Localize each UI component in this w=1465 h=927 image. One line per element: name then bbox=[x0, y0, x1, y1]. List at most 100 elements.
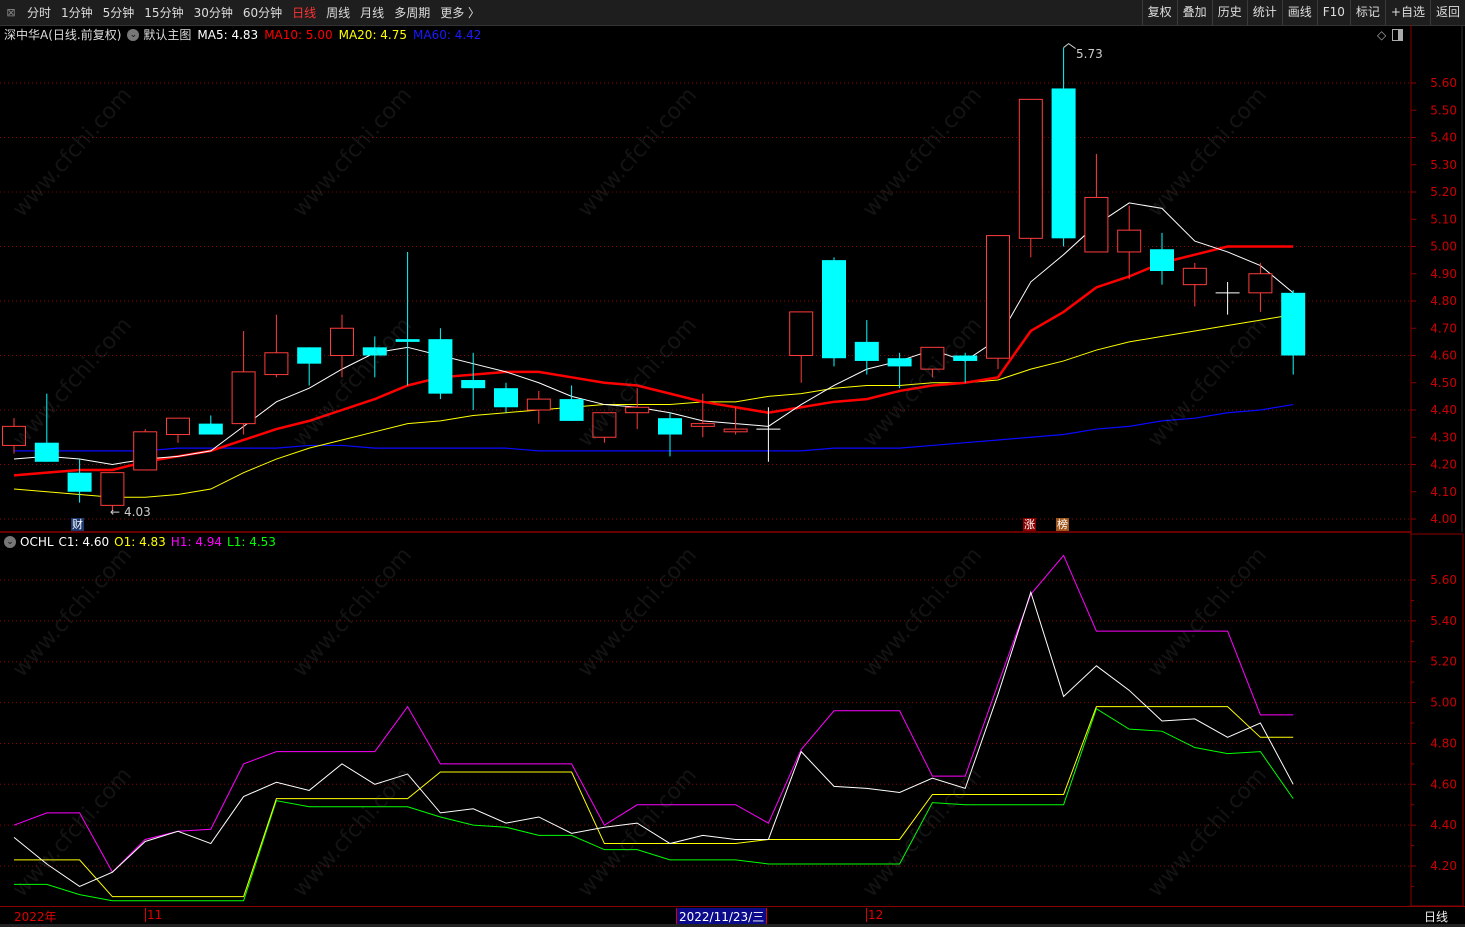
candle bbox=[953, 352, 978, 383]
stock-name: 深中华A(日线.前复权) bbox=[4, 28, 122, 42]
candle-body-up bbox=[264, 352, 289, 376]
candle-body-down bbox=[887, 358, 912, 367]
candle-body-up bbox=[231, 371, 256, 425]
candle bbox=[34, 393, 59, 462]
candle bbox=[1150, 232, 1174, 285]
indicator-tick-label: 4.80 bbox=[1430, 736, 1457, 750]
cursor-date-label: 2022/11/23/三 bbox=[676, 908, 768, 925]
candle-body-down bbox=[1281, 292, 1306, 356]
candle-body-up bbox=[1182, 267, 1207, 286]
candle bbox=[822, 257, 846, 367]
candle-body-up bbox=[100, 472, 125, 506]
candle bbox=[526, 390, 551, 424]
panel-toggle-icon[interactable] bbox=[1392, 29, 1404, 41]
candle bbox=[1215, 281, 1240, 315]
price-tick-label: 4.90 bbox=[1430, 267, 1457, 281]
price-tick-label: 4.50 bbox=[1430, 376, 1457, 390]
price-tick-label: 5.50 bbox=[1430, 103, 1457, 117]
limit-up-marker[interactable]: 涨 bbox=[1023, 518, 1036, 531]
candle-body-up bbox=[330, 327, 354, 356]
candle bbox=[428, 328, 453, 400]
candle-body-up bbox=[690, 423, 715, 427]
candle-body-up bbox=[920, 346, 945, 370]
date-axis: 2022年 11 2022/11/23/三 12 日线 bbox=[0, 906, 1465, 925]
candle bbox=[231, 330, 256, 435]
indicator-legend: ⌄ OCHL C1: 4.60 O1: 4.83 H1: 4.94 L1: 4.… bbox=[4, 534, 281, 550]
candle bbox=[494, 382, 518, 413]
lower-axis-frame bbox=[1410, 533, 1464, 907]
candle-body-up bbox=[723, 428, 748, 433]
date-label-dec: 12 bbox=[866, 908, 884, 922]
o1-value: O1: 4.83 bbox=[114, 535, 166, 549]
price-tick-label: 4.80 bbox=[1430, 294, 1457, 308]
price-tick-label: 5.00 bbox=[1430, 240, 1457, 254]
indicator-dropdown-icon[interactable]: ⌄ bbox=[4, 536, 16, 548]
price-tick-label: 5.20 bbox=[1430, 185, 1457, 199]
candle-body-up bbox=[592, 412, 617, 438]
candle-body-down bbox=[297, 347, 322, 364]
candle bbox=[756, 407, 781, 462]
low-price-arrow-icon: ← bbox=[110, 505, 121, 519]
ma5-value: MA5: 4.83 bbox=[197, 27, 259, 42]
indicator-tick-label: 4.40 bbox=[1430, 818, 1457, 832]
candle bbox=[330, 314, 354, 378]
ma60-value: MA60: 4.42 bbox=[413, 27, 482, 42]
candle bbox=[625, 388, 650, 430]
candle-body-down bbox=[461, 380, 486, 389]
template-name[interactable]: 默认主图 bbox=[143, 26, 191, 43]
candle bbox=[297, 347, 322, 386]
candle bbox=[559, 385, 584, 421]
indicator-tick-label: 5.20 bbox=[1430, 655, 1457, 669]
candle-body-up bbox=[986, 235, 1010, 359]
candle-body-up bbox=[1117, 229, 1142, 253]
template-dropdown-icon[interactable]: ⌄ bbox=[127, 28, 140, 41]
price-tick-label: 4.60 bbox=[1430, 349, 1457, 363]
indicator-name[interactable]: OCHL bbox=[20, 535, 54, 549]
candle-body-down bbox=[494, 388, 518, 408]
price-tick-label: 5.60 bbox=[1430, 76, 1457, 90]
diamond-icon[interactable]: ◇ bbox=[1377, 28, 1386, 42]
candle bbox=[986, 235, 1010, 370]
o1-line bbox=[14, 706, 1294, 898]
ma10-value: MA10: 5.00 bbox=[264, 27, 333, 42]
price-tick-label: 4.70 bbox=[1430, 321, 1457, 335]
candle-body-down bbox=[854, 341, 879, 361]
candle bbox=[67, 459, 92, 503]
ma20-line bbox=[13, 314, 1294, 498]
candle bbox=[1051, 47, 1076, 247]
candle-body-down bbox=[428, 339, 453, 394]
candle bbox=[592, 412, 617, 443]
l1-value: L1: 4.53 bbox=[227, 535, 276, 549]
candle-body-up bbox=[1018, 98, 1043, 239]
financial-report-marker[interactable]: 财 bbox=[71, 518, 84, 531]
candle-body-up bbox=[133, 431, 158, 471]
candle-body-down bbox=[67, 472, 92, 492]
chart-corner-icons: ◇ bbox=[1377, 28, 1404, 42]
price-tick-label: 4.20 bbox=[1430, 458, 1457, 472]
candle-body-down bbox=[395, 339, 420, 342]
candle-body-up bbox=[1248, 273, 1273, 294]
candle-body-up bbox=[625, 406, 650, 414]
candle bbox=[1248, 262, 1273, 312]
main-chart-legend: 深中华A(日线.前复权) ⌄ 默认主图 MA5: 4.83 MA10: 5.00… bbox=[0, 26, 487, 43]
h1-line bbox=[13, 554, 1294, 873]
candle-body-down bbox=[953, 355, 978, 361]
price-tick-label: 4.00 bbox=[1430, 512, 1457, 526]
indicator-tick-label: 5.40 bbox=[1430, 614, 1457, 628]
candle-body-up bbox=[789, 311, 814, 356]
date-label-year: 2022年 bbox=[14, 910, 57, 924]
ranking-marker[interactable]: 榜 bbox=[1056, 518, 1069, 531]
high-price-label: 5.73 bbox=[1076, 47, 1103, 61]
candle-body-down bbox=[658, 418, 682, 435]
date-label-nov: 11 bbox=[145, 908, 163, 922]
candle bbox=[264, 314, 289, 378]
candle-body-up bbox=[166, 417, 190, 436]
period-label: 日线 bbox=[1424, 910, 1449, 924]
kline-chart[interactable]: 5.60 5.50 5.40 5.30 5.20 5.10 5.00 4.90 4.80 4.70… bbox=[0, 0, 1465, 927]
candle bbox=[920, 346, 945, 378]
ma10-line bbox=[13, 245, 1294, 477]
candle bbox=[1018, 98, 1043, 258]
ma20-value: MA20: 4.75 bbox=[338, 27, 408, 42]
candle-body-down bbox=[822, 260, 846, 359]
candle-body-up bbox=[2, 425, 26, 446]
